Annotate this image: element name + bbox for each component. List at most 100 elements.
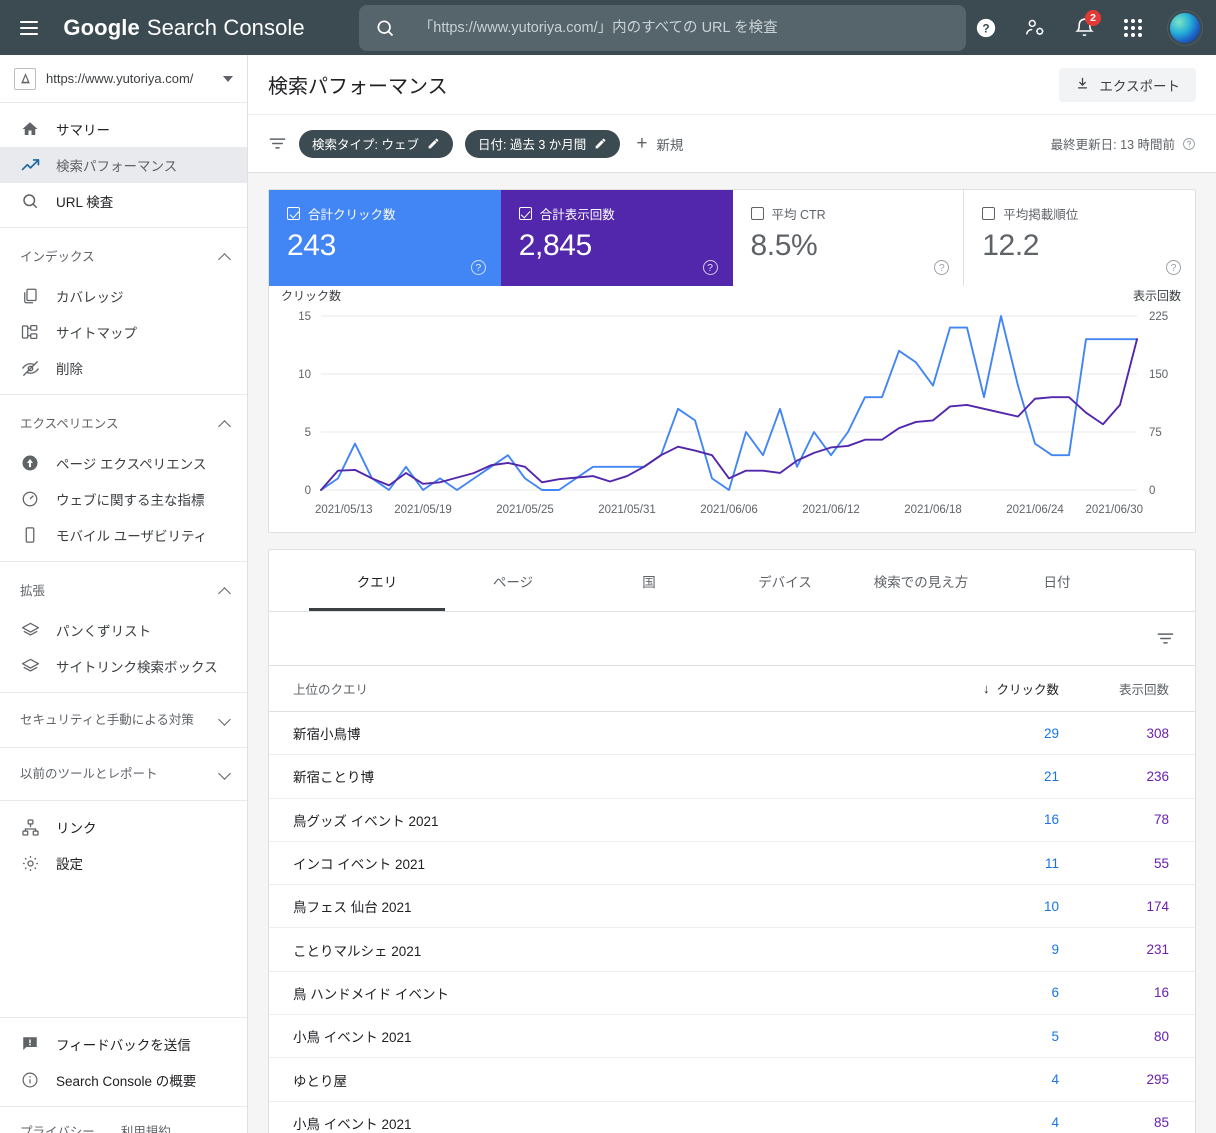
help-icon[interactable]: ? xyxy=(966,8,1006,48)
filter-chip-search-type[interactable]: 検索タイプ: ウェブ xyxy=(299,129,453,158)
brand-google: Google xyxy=(63,14,140,40)
sidebar-item-sitelinks-searchbox[interactable]: サイトリンク検索ボックス xyxy=(0,648,247,684)
sidebar-item-mobile-usability[interactable]: モバイル ユーザビリティ xyxy=(0,517,247,553)
filter-bar: 検索タイプ: ウェブ 日付: 過去 3 か月間 + 新規 最終更新日: 13 時… xyxy=(248,115,1216,173)
help-icon[interactable]: ? xyxy=(470,260,486,275)
metric-card-total-clicks[interactable]: 合計クリック数 243 ? xyxy=(269,190,501,286)
add-filter-button[interactable]: + 新規 xyxy=(636,134,683,154)
cell-query: 新宿小鳥博 xyxy=(293,727,361,743)
legal-links: プライバシー 利用規約 xyxy=(0,1106,247,1133)
table-row[interactable]: 小鳥 イベント 2021 4 85 xyxy=(269,1102,1195,1133)
sidebar-section-header-security[interactable]: セキュリティと手動による対策 xyxy=(0,693,247,747)
column-header-impressions[interactable]: 表示回数 xyxy=(1059,679,1169,698)
sidebar-section-header-index[interactable]: インデックス xyxy=(0,236,247,278)
sidebar-section-header-legacy-tools[interactable]: 以前のツールとレポート xyxy=(0,748,247,800)
table-row[interactable]: 新宿小鳥博 29 308 xyxy=(269,712,1195,756)
metric-checkbox[interactable] xyxy=(982,207,996,220)
performance-line-chart[interactable]: 0 5 10 15 0 75 150 225 クリック数 表示回数 2021/05/13 2021/0… xyxy=(269,286,1195,532)
x-axis-tick: 2021/06/24 xyxy=(1006,504,1064,516)
metric-checkbox[interactable] xyxy=(750,207,764,220)
sidebar-item-search-performance[interactable]: 検索パフォーマンス xyxy=(0,147,247,183)
terms-link[interactable]: 利用規約 xyxy=(121,1121,171,1133)
cell-impressions: 295 xyxy=(1146,1072,1169,1088)
cell-impressions: 55 xyxy=(1153,855,1169,871)
metric-checkbox[interactable] xyxy=(518,207,532,220)
apps-grid-icon[interactable] xyxy=(1113,8,1153,48)
property-selector[interactable]: https://www.yutoriya.com/ xyxy=(0,55,247,103)
search-input[interactable] xyxy=(416,18,950,37)
sidebar-item-sitemaps[interactable]: サイトマップ xyxy=(0,314,247,350)
sidebar-item-removals[interactable]: 削除 xyxy=(0,350,247,386)
cell-clicks: 9 xyxy=(1051,942,1059,958)
help-icon[interactable]: ? xyxy=(702,260,718,275)
account-settings-icon[interactable] xyxy=(1015,8,1055,48)
help-icon[interactable]: ? xyxy=(934,260,950,275)
table-row[interactable]: 鳥グッズ イベント 2021 16 78 xyxy=(269,799,1195,842)
url-inspection-searchbox[interactable] xyxy=(358,4,966,51)
tab-2[interactable]: 国 xyxy=(581,550,717,611)
table-filter-icon[interactable] xyxy=(1156,629,1175,648)
layers-icon xyxy=(20,656,40,676)
sidebar-item-breadcrumbs[interactable]: パンくずリスト xyxy=(0,612,247,648)
metric-value: 243 xyxy=(287,229,336,262)
table-row[interactable]: 鳥 ハンドメイド イベント 6 16 xyxy=(269,972,1195,1016)
column-header-query[interactable]: 上位のクエリ xyxy=(293,679,939,698)
table-row[interactable]: インコ イベント 2021 11 55 xyxy=(269,842,1195,886)
x-axis-tick: 2021/05/31 xyxy=(598,504,656,516)
sidebar-item-page-experience[interactable]: ページ エクスペリエンス xyxy=(0,445,247,481)
tab-label: デバイス xyxy=(758,574,812,590)
table-row[interactable]: 鳥フェス 仙台 2021 10 174 xyxy=(269,885,1195,929)
section-title: セキュリティと手動による対策 xyxy=(20,712,194,727)
sidebar-item-send-feedback[interactable]: フィードバックを送信 xyxy=(0,1026,247,1062)
edit-pencil-icon[interactable] xyxy=(427,137,440,150)
top-app-bar: Google Search Console ? xyxy=(0,0,1216,55)
sidebar-section-index: インデックス カバレッジ サイトマップ 削除 xyxy=(0,228,247,395)
table-row[interactable]: 新宿ことり博 21 236 xyxy=(269,755,1195,799)
scroll-area[interactable]: 合計クリック数 243 ? 合計表示回数 2,845 ? 平均 CTR 8.5%… xyxy=(248,173,1216,1133)
table-row[interactable]: 小鳥 イベント 2021 5 80 xyxy=(269,1015,1195,1059)
edit-pencil-icon[interactable] xyxy=(594,137,607,150)
export-button[interactable]: エクスポート xyxy=(1059,67,1196,102)
cell-query: インコ イベント 2021 xyxy=(293,857,426,873)
column-header-clicks[interactable]: ↓ クリック数 xyxy=(939,679,1059,698)
notifications-icon[interactable]: 2 xyxy=(1064,8,1104,48)
sidebar-item-core-web-vitals[interactable]: ウェブに関する主な指標 xyxy=(0,481,247,517)
tab-3[interactable]: デバイス xyxy=(717,550,853,611)
filter-chip-date[interactable]: 日付: 過去 3 か月間 xyxy=(464,129,621,158)
sidebar-item-url-inspection[interactable]: URL 検査 xyxy=(0,183,247,219)
sidebar-section-header-experience[interactable]: エクスペリエンス xyxy=(0,403,247,445)
metric-card-average-ctr[interactable]: 平均 CTR 8.5% ? xyxy=(733,190,965,286)
table-header-row: 上位のクエリ ↓ クリック数 表示回数 xyxy=(269,666,1195,712)
tab-1[interactable]: ページ xyxy=(445,550,581,611)
sidebar-section-header-enhancements[interactable]: 拡張 xyxy=(0,570,247,612)
page-title: 検索パフォーマンス xyxy=(268,76,448,98)
left-axis-label: クリック数 xyxy=(281,288,341,303)
sidebar-item-about-search-console[interactable]: Search Console の概要 xyxy=(0,1062,247,1098)
property-url: https://www.yutoriya.com/ xyxy=(46,71,194,86)
avatar[interactable] xyxy=(1168,10,1202,45)
metric-label: 平均 CTR xyxy=(771,208,826,222)
brand-logo[interactable]: Google Search Console xyxy=(63,15,304,41)
chevron-down-icon xyxy=(223,75,233,82)
filter-list-icon[interactable] xyxy=(268,134,287,153)
search-icon xyxy=(20,191,40,211)
metric-card-average-position[interactable]: 平均掲載順位 12.2 ? xyxy=(964,190,1195,286)
sidebar-item-settings[interactable]: 設定 xyxy=(0,845,247,881)
help-icon[interactable] xyxy=(1182,137,1196,151)
metric-card-total-impressions[interactable]: 合計表示回数 2,845 ? xyxy=(500,190,733,286)
table-row[interactable]: ゆとり屋 4 295 xyxy=(269,1058,1195,1102)
tab-4[interactable]: 検索での見え方 xyxy=(853,550,989,611)
sidebar-item-coverage[interactable]: カバレッジ xyxy=(0,278,247,314)
metric-checkbox[interactable] xyxy=(287,207,300,220)
tab-0[interactable]: クエリ xyxy=(309,550,445,611)
sidebar-item-links[interactable]: リンク xyxy=(0,809,247,845)
menu-icon[interactable] xyxy=(6,4,51,52)
privacy-link[interactable]: プライバシー xyxy=(20,1121,95,1133)
sidebar-item-summary[interactable]: サマリー xyxy=(0,111,247,147)
table-row[interactable]: ことりマルシェ 2021 9 231 xyxy=(269,928,1195,972)
brand-product: Search Console xyxy=(146,14,305,40)
help-icon[interactable]: ? xyxy=(1166,260,1181,275)
download-icon xyxy=(1075,76,1090,94)
x-axis-tick: 2021/06/12 xyxy=(802,504,860,516)
tab-5[interactable]: 日付 xyxy=(989,550,1125,611)
